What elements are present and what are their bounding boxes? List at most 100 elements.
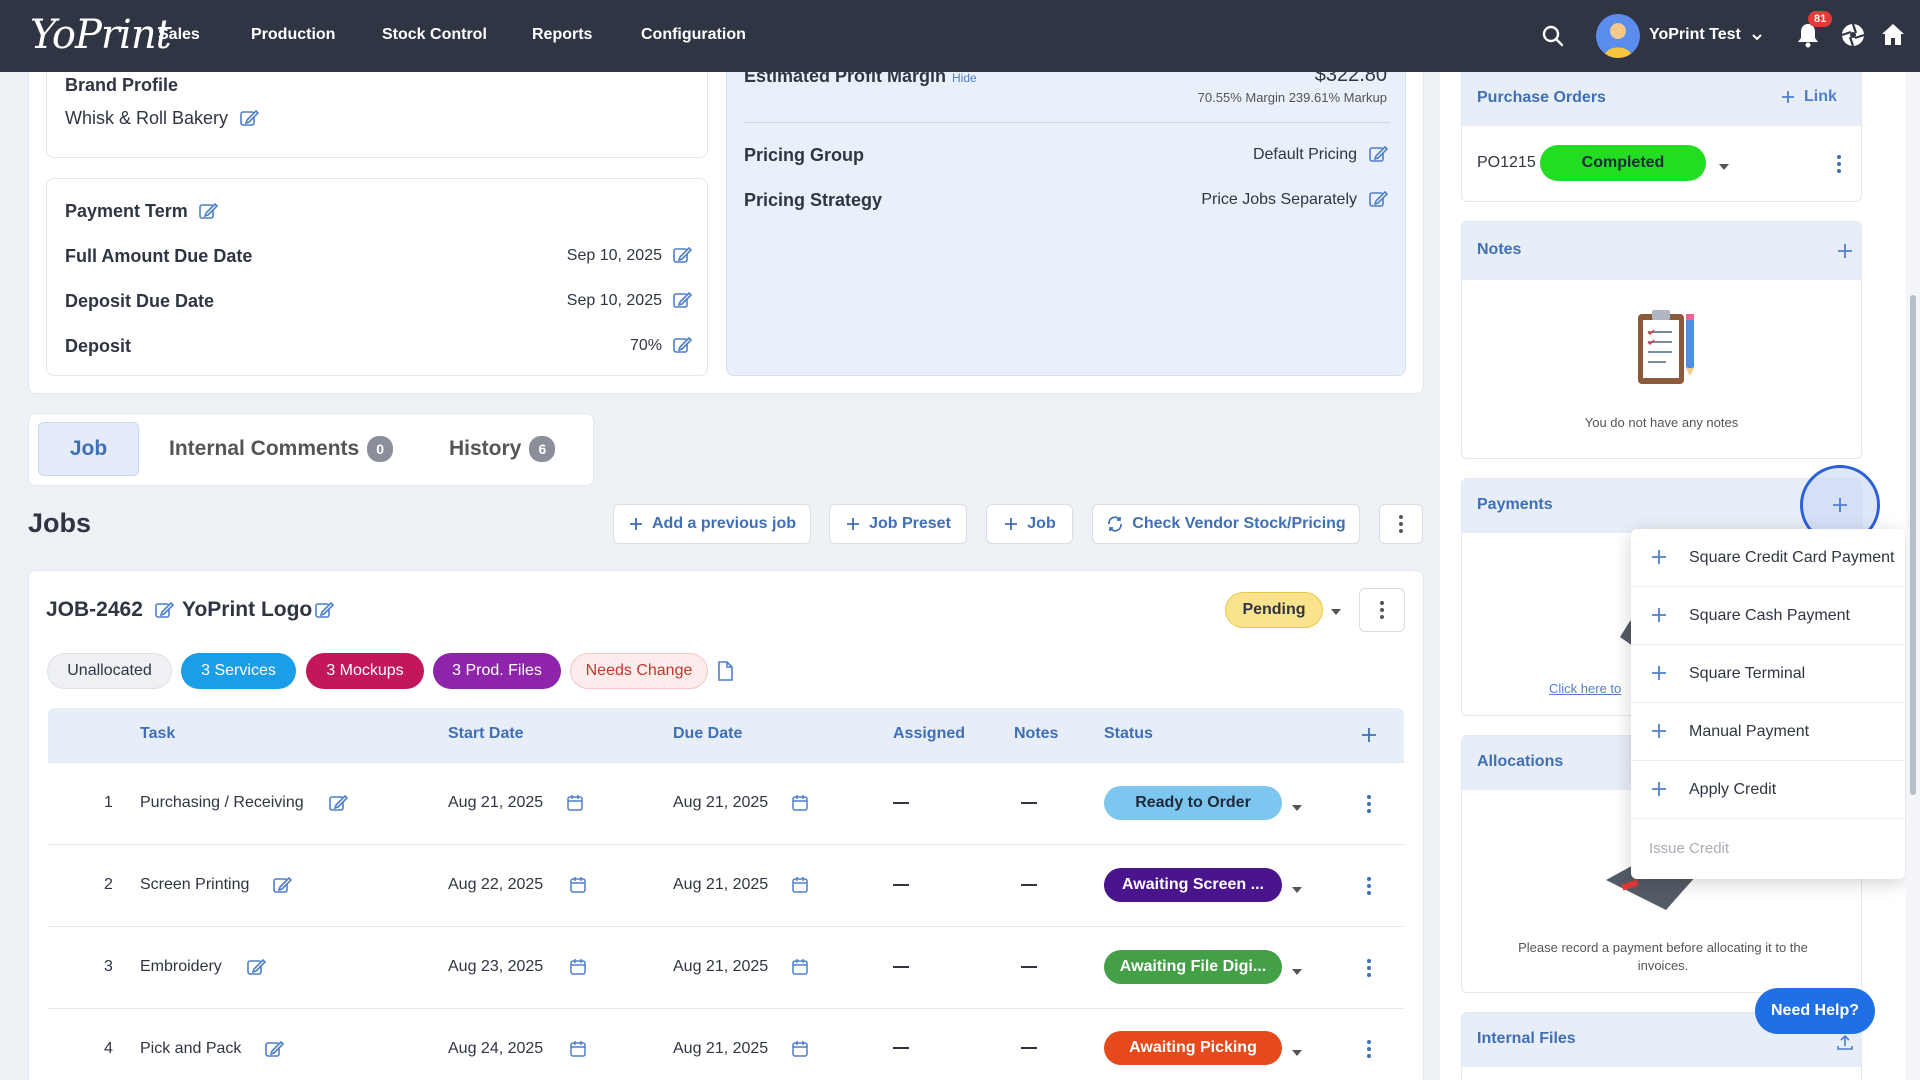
scrollbar-thumb[interactable] (1910, 295, 1916, 795)
tab-internal-comments[interactable]: Internal Comments 0 (169, 422, 394, 476)
avatar[interactable] (1596, 14, 1640, 58)
edit-payment-term-icon[interactable] (198, 201, 218, 221)
caret-down-icon[interactable] (1718, 159, 1730, 177)
edit-task-icon[interactable] (246, 957, 267, 982)
link-po-button[interactable]: Link (1780, 88, 1837, 106)
calendar-icon[interactable] (791, 794, 809, 817)
menu-square-terminal[interactable]: Square Terminal (1631, 645, 1905, 703)
notes-empty (1021, 802, 1037, 804)
menu-square-cash[interactable]: Square Cash Payment (1631, 587, 1905, 645)
po-number[interactable]: PO1215 (1477, 154, 1536, 172)
caret-down-icon[interactable] (1291, 964, 1303, 982)
tag-needs-change[interactable]: Needs Change (570, 653, 708, 689)
task-status-pill[interactable]: Awaiting Picking (1104, 1031, 1282, 1065)
add-job-button[interactable]: Job (986, 504, 1073, 544)
check-vendor-stock-button[interactable]: Check Vendor Stock/Pricing (1092, 504, 1360, 544)
task-status-pill[interactable]: Awaiting File Digi... (1104, 950, 1282, 984)
job-status-pill[interactable]: Pending (1225, 592, 1323, 628)
row-number: 2 (104, 876, 113, 893)
plus-icon (629, 518, 642, 530)
table-row[interactable]: 1 Purchasing / Receiving Aug 21, 2025 Au… (48, 762, 1404, 844)
task-name: Screen Printing (140, 876, 250, 893)
caret-down-icon[interactable] (1291, 1045, 1303, 1063)
upload-icon[interactable] (1836, 1033, 1854, 1056)
notes-empty (1021, 1047, 1037, 1049)
kebab-icon[interactable] (1366, 794, 1372, 819)
edit-pricing-strategy-icon[interactable] (1368, 189, 1388, 209)
assigned-empty (893, 884, 909, 886)
add-task-icon[interactable] (1360, 726, 1378, 749)
pricing-group-label: Pricing Group (744, 145, 865, 165)
col-start-date: Start Date (448, 725, 524, 742)
kebab-icon[interactable] (1366, 876, 1372, 901)
jobs-more-button[interactable] (1379, 504, 1423, 544)
add-previous-job-button[interactable]: Add a previous job (613, 504, 811, 544)
menu-apply-credit[interactable]: Apply Credit (1631, 761, 1905, 819)
need-help-button[interactable]: Need Help? (1755, 988, 1875, 1034)
job-preset-button[interactable]: Job Preset (829, 504, 967, 544)
deposit-due-value: Sep 10, 2025 (566, 292, 662, 309)
job-id: JOB-2462 (46, 598, 143, 621)
edit-task-icon[interactable] (264, 1039, 285, 1064)
kebab-icon[interactable] (1366, 958, 1372, 983)
tab-job[interactable]: Job (38, 422, 139, 476)
caret-down-icon[interactable] (1291, 800, 1303, 818)
tab-history[interactable]: History 6 (449, 422, 556, 476)
edit-pricing-group-icon[interactable] (1368, 144, 1388, 164)
edit-deposit-icon[interactable] (672, 335, 692, 355)
caret-down-icon[interactable] (1291, 882, 1303, 900)
nav-stock-control[interactable]: Stock Control (382, 26, 487, 44)
menu-square-credit-card[interactable]: Square Credit Card Payment (1631, 529, 1905, 587)
click-here-link[interactable]: Click here to (1549, 681, 1621, 696)
kebab-icon[interactable] (1366, 1039, 1372, 1064)
job-more-button[interactable] (1359, 588, 1405, 632)
aperture-icon[interactable] (1840, 22, 1866, 48)
task-status-pill[interactable]: Awaiting Screen ... (1104, 868, 1282, 902)
nav-reports[interactable]: Reports (532, 26, 592, 44)
task-name: Pick and Pack (140, 1040, 242, 1057)
chevron-down-icon[interactable] (1750, 28, 1764, 46)
margin-markup-text: 70.55% Margin 239.61% Markup (1197, 90, 1387, 105)
edit-deposit-due-icon[interactable] (672, 290, 692, 310)
hide-link[interactable]: Hide (952, 71, 977, 85)
task-status-pill[interactable]: Ready to Order (1104, 786, 1282, 820)
table-row[interactable]: 4 Pick and Pack Aug 24, 2025 Aug 21, 202… (48, 1008, 1404, 1080)
user-name[interactable]: YoPrint Test (1649, 26, 1741, 44)
tag-unallocated[interactable]: Unallocated (47, 653, 172, 689)
tag-prod-files[interactable]: 3 Prod. Files (433, 653, 561, 689)
nav-production[interactable]: Production (251, 26, 335, 44)
nav-sales[interactable]: Sales (158, 26, 200, 44)
col-assigned: Assigned (893, 725, 966, 742)
payment-terms-card: Payment Term Full Amount Due Date Sep 10… (46, 178, 708, 376)
tag-mockups[interactable]: 3 Mockups (306, 653, 424, 689)
yoprint-logo[interactable]: YoPrint (30, 12, 172, 58)
search-icon[interactable] (1541, 24, 1565, 48)
calendar-icon[interactable] (791, 876, 809, 899)
menu-manual-payment[interactable]: Manual Payment (1631, 703, 1905, 761)
edit-task-icon[interactable] (272, 875, 293, 900)
calendar-icon[interactable] (569, 958, 587, 981)
edit-task-icon[interactable] (328, 793, 349, 818)
po-status-pill[interactable]: Completed (1540, 145, 1706, 181)
calendar-icon[interactable] (569, 1040, 587, 1063)
edit-job-id-icon[interactable] (154, 600, 174, 620)
nav-configuration[interactable]: Configuration (641, 26, 746, 44)
edit-full-due-icon[interactable] (672, 245, 692, 265)
allocations-empty-text: Please record a payment before allocatin… (1518, 940, 1808, 973)
caret-down-icon[interactable] (1330, 604, 1342, 622)
table-row[interactable]: 2 Screen Printing Aug 22, 2025 Aug 21, 2… (48, 844, 1404, 926)
plus-icon (1833, 498, 1847, 512)
tag-services[interactable]: 3 Services (181, 653, 296, 689)
calendar-icon[interactable] (566, 794, 584, 817)
edit-job-name-icon[interactable] (314, 600, 334, 620)
home-icon[interactable] (1880, 22, 1906, 48)
calendar-icon[interactable] (569, 876, 587, 899)
calendar-icon[interactable] (791, 958, 809, 981)
table-row[interactable]: 3 Embroidery Aug 23, 2025 Aug 21, 2025 A… (48, 926, 1404, 1008)
kebab-icon[interactable] (1836, 154, 1842, 179)
edit-brand-icon[interactable] (239, 108, 259, 128)
calendar-icon[interactable] (791, 1040, 809, 1063)
plus-icon (1005, 518, 1018, 530)
file-icon[interactable] (716, 661, 734, 686)
add-note-icon[interactable] (1836, 242, 1854, 265)
